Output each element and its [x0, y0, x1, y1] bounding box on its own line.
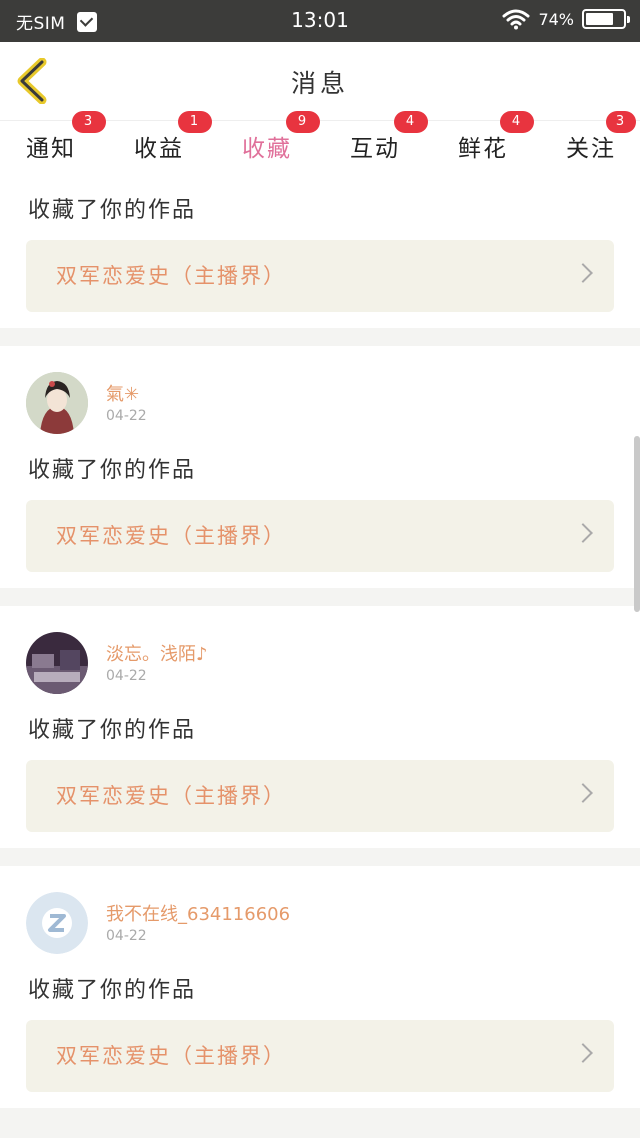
- tab-label: 收藏: [242, 136, 292, 162]
- wifi-icon: [502, 9, 530, 30]
- user-avatar[interactable]: [26, 372, 88, 434]
- page-title: 消息: [290, 69, 349, 98]
- message-card: 我不在线_634116606 04-22 收藏了你的作品 双军恋爱史（主播界）: [0, 866, 640, 1108]
- tab-following[interactable]: 关注 3: [566, 111, 636, 163]
- scrollbar[interactable]: [634, 436, 640, 612]
- battery-icon: [582, 9, 630, 29]
- work-title: 双军恋爱史（主播界）: [56, 784, 286, 808]
- message-date: 04-22: [106, 928, 147, 944]
- message-action: 收藏了你的作品: [28, 198, 197, 223]
- message-card: 淡忘。浅陌♪ 04-22 收藏了你的作品 双军恋爱史（主播界）: [0, 606, 640, 848]
- chevron-right-icon: [573, 523, 593, 543]
- user-name[interactable]: 我不在线_634116606: [106, 900, 290, 926]
- tab-label: 收益: [134, 136, 184, 162]
- avatar-portrait-icon: [26, 372, 88, 434]
- status-bar: 无SIM 13:01 74%: [0, 0, 640, 42]
- work-link[interactable]: 双军恋爱史（主播界）: [26, 500, 614, 572]
- tab-flowers[interactable]: 鲜花 4: [458, 111, 534, 163]
- message-action: 收藏了你的作品: [28, 458, 197, 483]
- default-avatar-icon: [26, 892, 88, 954]
- battery-percent: 74%: [538, 9, 574, 29]
- chevron-right-icon: [573, 783, 593, 803]
- message-action: 收藏了你的作品: [28, 718, 197, 743]
- work-link[interactable]: 双军恋爱史（主播界）: [26, 760, 614, 832]
- work-title: 双军恋爱史（主播界）: [56, 524, 286, 548]
- work-link[interactable]: 双军恋爱史（主播界）: [26, 1020, 614, 1092]
- message-card: 收藏了你的作品 双军恋爱史（主播界）: [0, 172, 640, 328]
- message-action: 收藏了你的作品: [28, 978, 197, 1003]
- tab-label: 互动: [350, 136, 400, 162]
- user-avatar[interactable]: [26, 892, 88, 954]
- tab-notifications[interactable]: 通知 3: [26, 111, 106, 163]
- work-link[interactable]: 双军恋爱史（主播界）: [26, 240, 614, 312]
- work-title: 双军恋爱史（主播界）: [56, 1044, 286, 1068]
- tab-badge: 9: [286, 111, 320, 133]
- user-avatar[interactable]: [26, 632, 88, 694]
- tab-bar: 通知 3 收益 1 收藏 9 互动 4 鲜花 4 关注 3: [0, 111, 640, 177]
- message-card: 氣✳ 04-22 收藏了你的作品 双军恋爱史（主播界）: [0, 346, 640, 588]
- chevron-right-icon: [573, 263, 593, 283]
- tab-badge: 1: [178, 111, 212, 133]
- work-title: 双军恋爱史（主播界）: [56, 264, 286, 288]
- tab-badge: 4: [500, 111, 534, 133]
- message-date: 04-22: [106, 408, 147, 424]
- tab-badge: 4: [394, 111, 428, 133]
- user-name[interactable]: 氣✳: [106, 380, 139, 406]
- tab-label: 关注: [566, 136, 616, 162]
- chevron-right-icon: [573, 1043, 593, 1063]
- tab-favorites[interactable]: 收藏 9: [242, 111, 320, 177]
- message-date: 04-22: [106, 668, 147, 684]
- tab-label: 鲜花: [458, 136, 508, 162]
- battery-level: [586, 13, 613, 25]
- tab-earnings[interactable]: 收益 1: [134, 111, 212, 163]
- tab-interactions[interactable]: 互动 4: [350, 111, 428, 163]
- tab-badge: 3: [606, 111, 636, 133]
- tab-label: 通知: [26, 136, 76, 162]
- user-name[interactable]: 淡忘。浅陌♪: [106, 640, 208, 666]
- header: 消息: [0, 42, 640, 120]
- tab-badge: 3: [72, 111, 106, 133]
- avatar-photo-icon: [26, 632, 88, 694]
